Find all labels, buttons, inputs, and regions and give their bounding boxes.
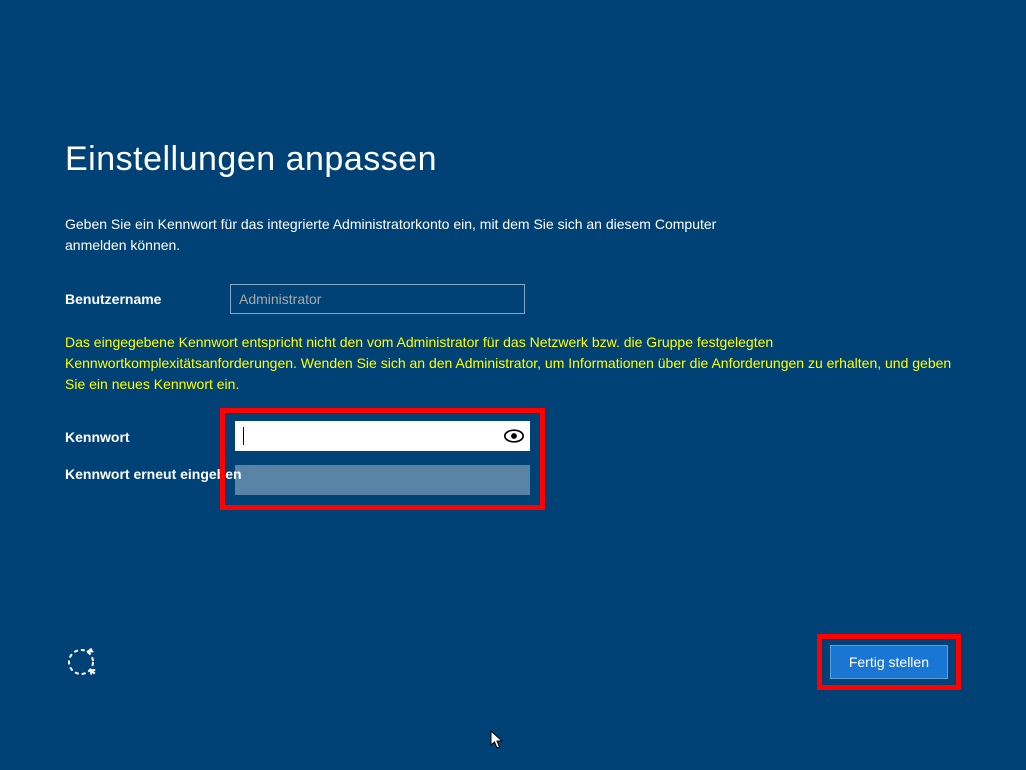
username-label: Benutzername — [65, 291, 230, 307]
username-row: Benutzername — [65, 284, 961, 314]
username-input — [230, 284, 525, 314]
ease-of-access-icon[interactable] — [65, 646, 97, 678]
mouse-cursor-icon — [490, 730, 504, 750]
error-message: Das eingegebene Kennwort entspricht nich… — [65, 332, 960, 395]
password-confirm-input[interactable] — [235, 465, 530, 495]
text-cursor — [243, 427, 244, 445]
page-title: Einstellungen anpassen — [65, 140, 961, 179]
reveal-password-icon[interactable] — [504, 429, 524, 443]
password-section-highlight — [220, 408, 545, 510]
finish-button[interactable]: Fertig stellen — [830, 645, 948, 679]
finish-button-highlight: Fertig stellen — [817, 634, 961, 690]
description-text: Geben Sie ein Kennwort für das integrier… — [65, 214, 765, 256]
password-confirm-label: Kennwort erneut eingeben — [65, 465, 242, 483]
password-input[interactable] — [235, 421, 530, 451]
password-label: Kennwort — [65, 429, 130, 445]
